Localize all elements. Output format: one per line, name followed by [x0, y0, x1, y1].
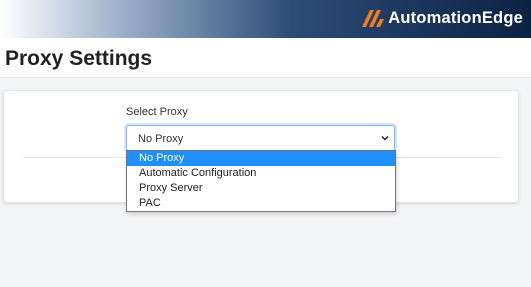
- chevron-down-icon: [381, 135, 389, 141]
- proxy-option-pac[interactable]: PAC: [127, 196, 395, 211]
- page-title: Proxy Settings: [5, 47, 153, 70]
- brand-name: AutomationEdge: [388, 8, 523, 27]
- top-header-bar: AutomationEdge: [0, 0, 531, 38]
- automationedge-logo-icon: [362, 10, 385, 27]
- brand-logo: AutomationEdge: [361, 5, 523, 31]
- proxy-select[interactable]: No Proxy: [126, 125, 395, 151]
- select-proxy-label: Select Proxy: [126, 106, 188, 118]
- proxy-option-no-proxy[interactable]: No Proxy: [127, 151, 395, 166]
- page-title-bar: Proxy Settings: [0, 38, 531, 78]
- proxy-dropdown-list: No Proxy Automatic Configuration Proxy S…: [126, 150, 396, 212]
- proxy-option-automatic-configuration[interactable]: Automatic Configuration: [127, 166, 395, 181]
- proxy-option-proxy-server[interactable]: Proxy Server: [127, 181, 395, 196]
- proxy-select-value: No Proxy: [138, 133, 184, 145]
